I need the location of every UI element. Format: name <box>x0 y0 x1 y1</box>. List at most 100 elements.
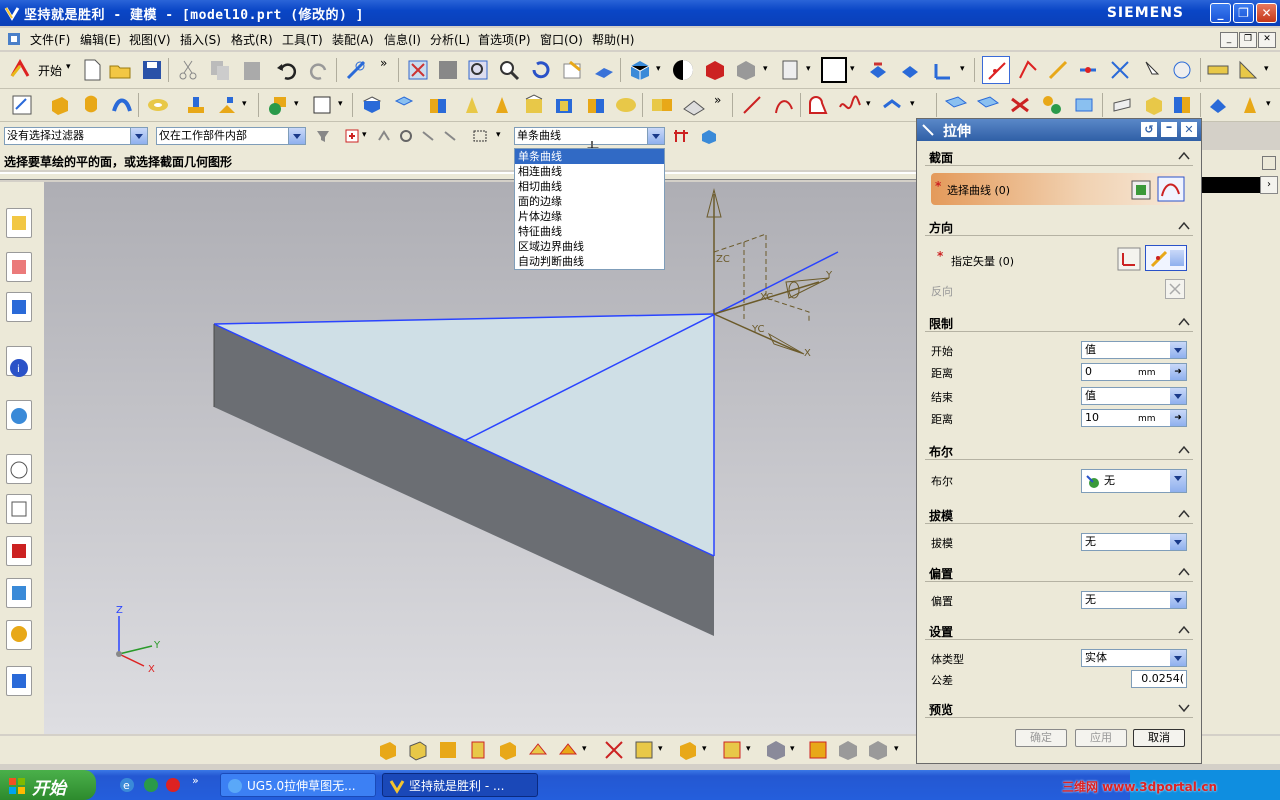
menu-file[interactable]: 文件(F) <box>30 31 70 48</box>
chevron-down-icon[interactable] <box>1170 470 1186 492</box>
chevron-up-icon[interactable] <box>1177 623 1191 635</box>
vector-type-select[interactable] <box>1145 245 1187 271</box>
chevron-down-icon[interactable] <box>647 128 664 144</box>
feature-icon-12[interactable] <box>764 738 788 762</box>
curve-rule-option[interactable]: 面的边缘 <box>515 194 664 209</box>
preview-group-header[interactable]: 预览 <box>925 699 1193 718</box>
sphere-icon[interactable] <box>460 93 484 117</box>
undo-icon[interactable] <box>275 58 299 82</box>
menu-view[interactable]: 视图(V) <box>129 31 171 48</box>
wrap-geometry-icon[interactable] <box>1238 93 1262 117</box>
snap-icon-3[interactable] <box>420 128 436 144</box>
select-curve-row[interactable]: * 选择曲线 (0) <box>931 173 1185 205</box>
line-icon[interactable] <box>740 93 764 117</box>
menu-preferences[interactable]: 首选项(P) <box>478 31 531 48</box>
follow-fillet-icon[interactable] <box>700 128 718 144</box>
curve-rule-option[interactable]: 自动判断曲线 <box>515 254 664 269</box>
start-label[interactable]: 开始 <box>38 62 62 79</box>
thicken-icon[interactable] <box>1142 93 1166 117</box>
shaded-icon[interactable] <box>703 58 727 82</box>
feature-icon-7[interactable] <box>556 738 580 762</box>
background-color-icon[interactable] <box>820 56 848 84</box>
filter-icon[interactable] <box>314 128 332 144</box>
tolerance-input[interactable]: 0.0254( <box>1131 670 1187 688</box>
ie-icon[interactable]: e <box>118 776 136 794</box>
trim-sheet-icon[interactable] <box>1170 93 1194 117</box>
feature-icon-13[interactable] <box>806 738 830 762</box>
draft-select[interactable]: 无 <box>1081 533 1187 551</box>
endpoint-icon[interactable] <box>1016 58 1040 82</box>
mdi-restore-button[interactable]: ❐ <box>1239 32 1257 48</box>
feature-icon-11[interactable] <box>720 738 744 762</box>
taskbar-item-browser[interactable]: UG5.0拉伸草图无... <box>220 773 376 797</box>
selection-icon[interactable] <box>344 58 368 82</box>
end-distance-input[interactable]: 10 mm ➜ <box>1081 409 1187 427</box>
curve-rule-option[interactable]: 片体边缘 <box>515 209 664 224</box>
zoom-region-icon[interactable] <box>436 58 460 82</box>
copy-icon[interactable] <box>208 58 232 82</box>
curve-rule-option[interactable]: 特征曲线 <box>515 224 664 239</box>
extrude-icon[interactable] <box>48 93 72 117</box>
cone-icon[interactable] <box>426 93 450 117</box>
extract-geometry-icon[interactable] <box>1206 93 1230 117</box>
view-cube-icon[interactable] <box>628 58 652 82</box>
distance-options-icon[interactable]: ➜ <box>1170 410 1186 426</box>
bounded-plane-icon[interactable] <box>1040 93 1064 117</box>
quadrant-icon[interactable] <box>1170 58 1194 82</box>
snap-icon-2[interactable] <box>398 128 414 144</box>
start-button[interactable]: 开始 <box>0 770 96 800</box>
feature-icon-1[interactable] <box>376 738 400 762</box>
expand-arrow-icon[interactable]: › <box>1260 176 1278 194</box>
close-dialog-button[interactable]: ✕ <box>1181 122 1197 137</box>
feature-icon-9[interactable] <box>632 738 656 762</box>
settings-group-header[interactable]: 设置 <box>925 621 1193 640</box>
midpoint-icon[interactable] <box>1046 58 1070 82</box>
boolean-select[interactable]: 无 <box>1081 469 1187 493</box>
collapse-dialog-button[interactable]: – <box>1161 121 1177 137</box>
offset-group-header[interactable]: 偏置 <box>925 563 1193 582</box>
menu-edit[interactable]: 编辑(E) <box>80 31 121 48</box>
start-dropdown-icon[interactable]: ▾ <box>66 62 71 72</box>
redo-icon[interactable] <box>307 58 331 82</box>
revolve-icon[interactable] <box>79 93 103 117</box>
end-type-select[interactable]: 值 <box>1081 387 1187 405</box>
browser-icon[interactable] <box>142 776 160 794</box>
limits-group-header[interactable]: 限制 <box>925 313 1193 332</box>
measure-distance-icon[interactable] <box>1206 58 1230 82</box>
spline-icon[interactable] <box>838 93 862 117</box>
chamfer-icon[interactable] <box>522 93 546 117</box>
arc-center-icon[interactable] <box>1140 58 1164 82</box>
snap-point-icon[interactable] <box>982 56 1010 84</box>
control-point-icon[interactable] <box>1076 58 1100 82</box>
menu-info[interactable]: 信息(I) <box>384 31 421 48</box>
start-distance-input[interactable]: 0 mm ➜ <box>1081 363 1187 381</box>
ok-button[interactable]: 确定 <box>1015 729 1067 747</box>
split-body-icon[interactable] <box>614 93 638 117</box>
chevron-up-icon[interactable] <box>1177 315 1191 327</box>
curve-select-icon[interactable] <box>1157 176 1185 202</box>
model-canvas[interactable]: ZC YC XC Y X Z Y X <box>44 182 918 734</box>
feature-icon-2[interactable] <box>406 738 430 762</box>
menu-format[interactable]: 格式(R) <box>231 31 273 48</box>
start-icon[interactable] <box>8 58 32 82</box>
rectangle-select-icon[interactable] <box>472 128 488 144</box>
menu-window[interactable]: 窗口(O) <box>540 31 583 48</box>
chevron-up-icon[interactable] <box>1177 507 1191 519</box>
magnify-icon[interactable] <box>497 58 521 82</box>
start-type-select[interactable]: 值 <box>1081 341 1187 359</box>
section-group-header[interactable]: 截面 <box>925 147 1193 166</box>
chevron-down-icon[interactable] <box>1170 650 1186 666</box>
move-layer-icon[interactable] <box>898 58 922 82</box>
chevron-down-icon[interactable] <box>1177 701 1191 713</box>
restore-button[interactable]: ❐ <box>1233 3 1254 23</box>
menu-analysis[interactable]: 分析(L) <box>430 31 470 48</box>
zoom-icon[interactable] <box>466 58 490 82</box>
stop-at-intersection-icon[interactable] <box>672 128 690 144</box>
menu-help[interactable]: 帮助(H) <box>592 31 634 48</box>
feature-icon-14[interactable] <box>836 738 860 762</box>
mirror-icon[interactable] <box>682 93 706 117</box>
feature-icon-4[interactable] <box>466 738 490 762</box>
pattern-icon[interactable] <box>650 93 674 117</box>
select-all-icon[interactable] <box>344 128 362 144</box>
pan-icon[interactable] <box>560 58 584 82</box>
